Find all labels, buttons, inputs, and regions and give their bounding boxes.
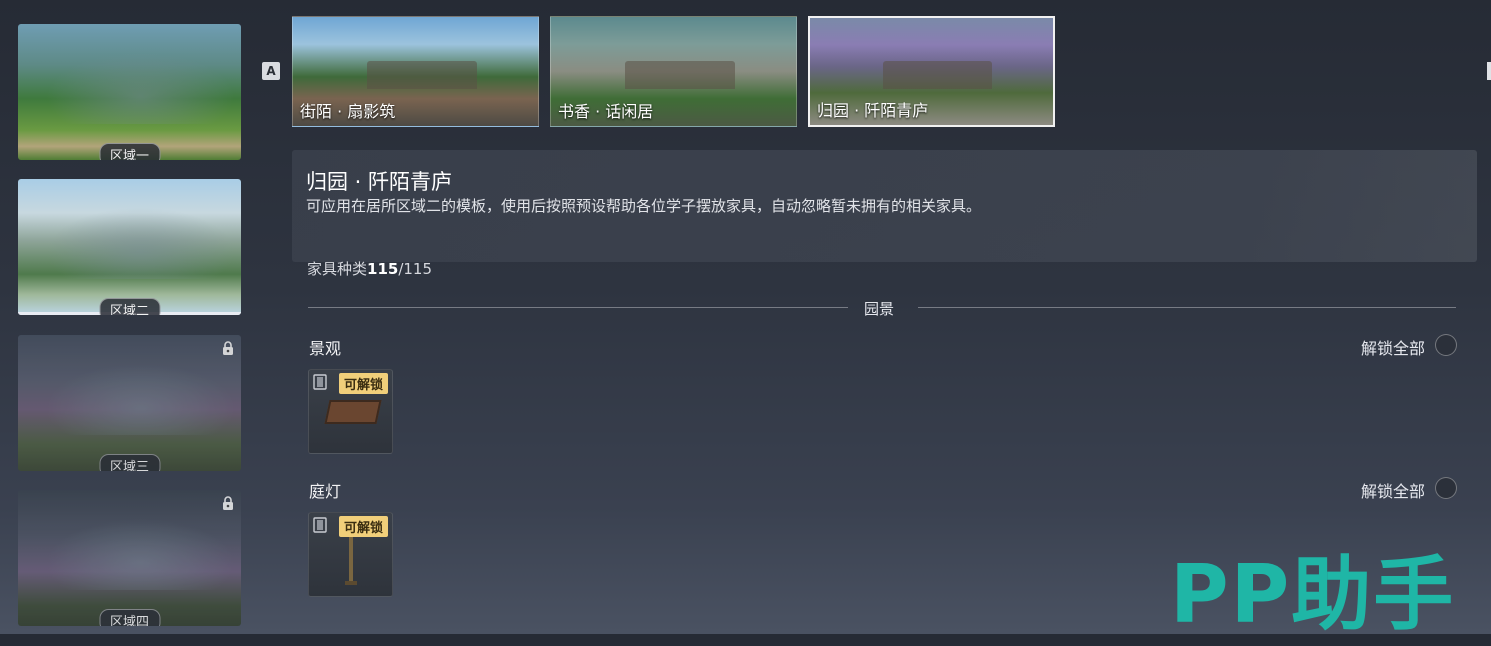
lock-icon [223, 341, 233, 355]
template-name: 归园 · 阡陌青庐 [817, 101, 929, 120]
unlock-all-label: 解锁全部 [1361, 482, 1426, 501]
section-title: 园景 [864, 300, 895, 318]
detail-description: 可应用在居所区域二的模板，使用后按照预设帮助各位学子摆放家具，自动忽略暂未拥有的… [306, 197, 982, 215]
template-card-1[interactable]: 街陌 · 扇影筑 [292, 16, 539, 127]
area-1-scenery [18, 34, 241, 124]
area-label: 区域一 [98, 143, 161, 160]
area-card-3[interactable]: 区域三 [18, 335, 241, 471]
furniture-count: 家具种类115/115 [307, 258, 432, 279]
template-3-building [882, 60, 993, 89]
category-title: 庭灯 [309, 482, 342, 501]
template-1-building [366, 60, 477, 89]
count-label: 家具种类 [307, 260, 368, 278]
count-owned: 115 [367, 260, 399, 278]
template-name: 书香 · 话闲居 [558, 102, 654, 121]
unlock-all-toggle[interactable] [1435, 334, 1457, 356]
card-icon [313, 517, 327, 533]
watermark-logo: PP助手 [1170, 548, 1456, 641]
section-divider-left [308, 307, 848, 308]
detail-title: 归园 · 阡陌青庐 [306, 170, 453, 194]
garden-lamp-icon [349, 537, 353, 585]
area-3-scenery [18, 345, 241, 435]
area-label: 区域四 [98, 609, 161, 626]
garden-lamp-base [345, 581, 357, 585]
template-2-building [624, 60, 735, 89]
area-card-2[interactable]: 区域二 [18, 179, 241, 315]
card-icon [313, 374, 327, 390]
furniture-item[interactable]: 可解锁 [308, 512, 393, 597]
area-label: 区域二 [98, 298, 161, 315]
count-total: /115 [398, 260, 433, 278]
section-divider-right [918, 307, 1456, 308]
unlockable-badge: 可解锁 [339, 373, 389, 394]
furniture-item[interactable]: 可解锁 [308, 369, 393, 454]
lock-icon [223, 496, 233, 510]
area-2-scenery [18, 189, 241, 279]
scrollbar[interactable] [1487, 62, 1491, 80]
unlock-all-toggle[interactable] [1435, 477, 1457, 499]
area-label: 区域三 [98, 454, 161, 471]
unlock-all-label: 解锁全部 [1361, 339, 1426, 358]
template-card-3[interactable]: 归园 · 阡陌青庐 [808, 16, 1055, 127]
category-title: 景观 [309, 339, 342, 358]
area-4-scenery [18, 500, 241, 590]
unlockable-badge: 可解锁 [339, 516, 389, 537]
area-card-4[interactable]: 区域四 [18, 490, 241, 626]
hotkey-a-hint: A [262, 62, 280, 80]
area-card-1[interactable]: 区域一 [18, 24, 241, 160]
table-furniture-icon [324, 400, 382, 424]
template-name: 街陌 · 扇影筑 [300, 102, 396, 121]
template-card-2[interactable]: 书香 · 话闲居 [550, 16, 797, 127]
